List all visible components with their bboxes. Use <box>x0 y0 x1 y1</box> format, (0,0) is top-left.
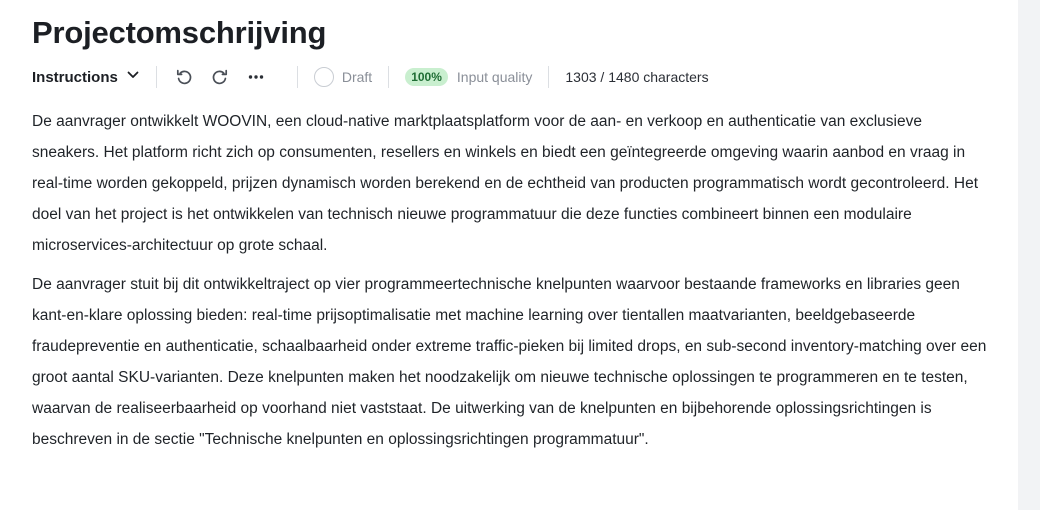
character-count: 1303 / 1480 characters <box>565 69 709 85</box>
paragraph: De aanvrager ontwikkelt WOOVIN, een clou… <box>32 113 979 254</box>
mode-dropdown-label: Instructions <box>32 68 118 86</box>
draft-toggle[interactable]: Draft <box>313 67 373 87</box>
editor-toolbar: Instructions Draft 100% Input quality 13… <box>32 62 992 92</box>
undo-icon[interactable] <box>173 66 195 88</box>
toolbar-divider <box>296 66 298 88</box>
quality-label: Input quality <box>456 69 533 85</box>
page-title: Projectomschrijving <box>32 15 327 50</box>
input-quality-indicator: 100% Input quality <box>405 68 532 86</box>
radio-circle-icon <box>313 67 334 87</box>
redo-icon[interactable] <box>209 66 231 88</box>
chevron-down-icon <box>126 68 140 86</box>
more-horizontal-icon[interactable] <box>245 66 267 88</box>
draft-label: Draft <box>341 69 373 85</box>
toolbar-divider <box>155 66 157 88</box>
editor-panel: Projectomschrijving Instructions Draft 1… <box>32 0 992 463</box>
toolbar-divider <box>388 66 390 88</box>
editor-text-area[interactable]: De aanvrager ontwikkelt WOOVIN, een clou… <box>32 106 992 455</box>
paragraph: De aanvrager stuit bij dit ontwikkeltraj… <box>32 276 987 448</box>
toolbar-divider <box>548 66 550 88</box>
scrollbar-track[interactable] <box>1018 0 1040 510</box>
mode-dropdown[interactable]: Instructions <box>32 68 140 86</box>
quality-badge: 100% <box>405 68 448 86</box>
